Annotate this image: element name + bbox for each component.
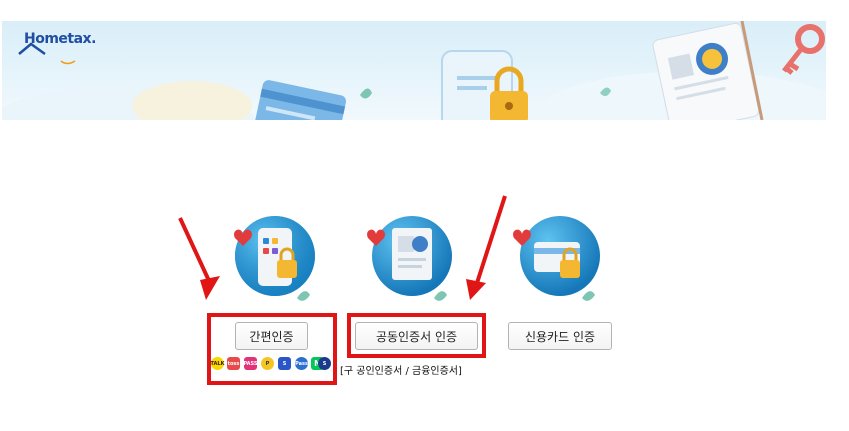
kakao-icon: TALK [211,357,224,370]
samsung-pass-icon: S [278,357,291,370]
easy-auth-illustration [225,208,325,308]
credit-card-auth-button[interactable]: 신용카드 인증 [508,322,612,350]
certificate-note: [구 공인인증서 / 금융인증서] [340,366,462,377]
arrow-right-icon [475,195,507,284]
arrow-left-icon [178,217,212,284]
banner-illustration [2,21,826,120]
document-illustration [652,22,760,120]
pass-icon: PASS [243,357,258,370]
card-illustration [254,80,347,120]
easy-auth-button[interactable]: 간편인증 [235,322,308,350]
phone-illustration [441,50,528,120]
toss-icon: toss [227,357,240,370]
shinhan-icon: S [318,357,331,370]
certificate-auth-button[interactable]: 공동인증서 인증 [355,322,478,350]
payco-icon: P [261,357,274,370]
certificate-illustration [362,208,462,308]
credit-card-illustration [510,208,610,308]
logo-text: Hometax. [24,31,96,47]
header-banner: Hometax. [2,21,826,120]
